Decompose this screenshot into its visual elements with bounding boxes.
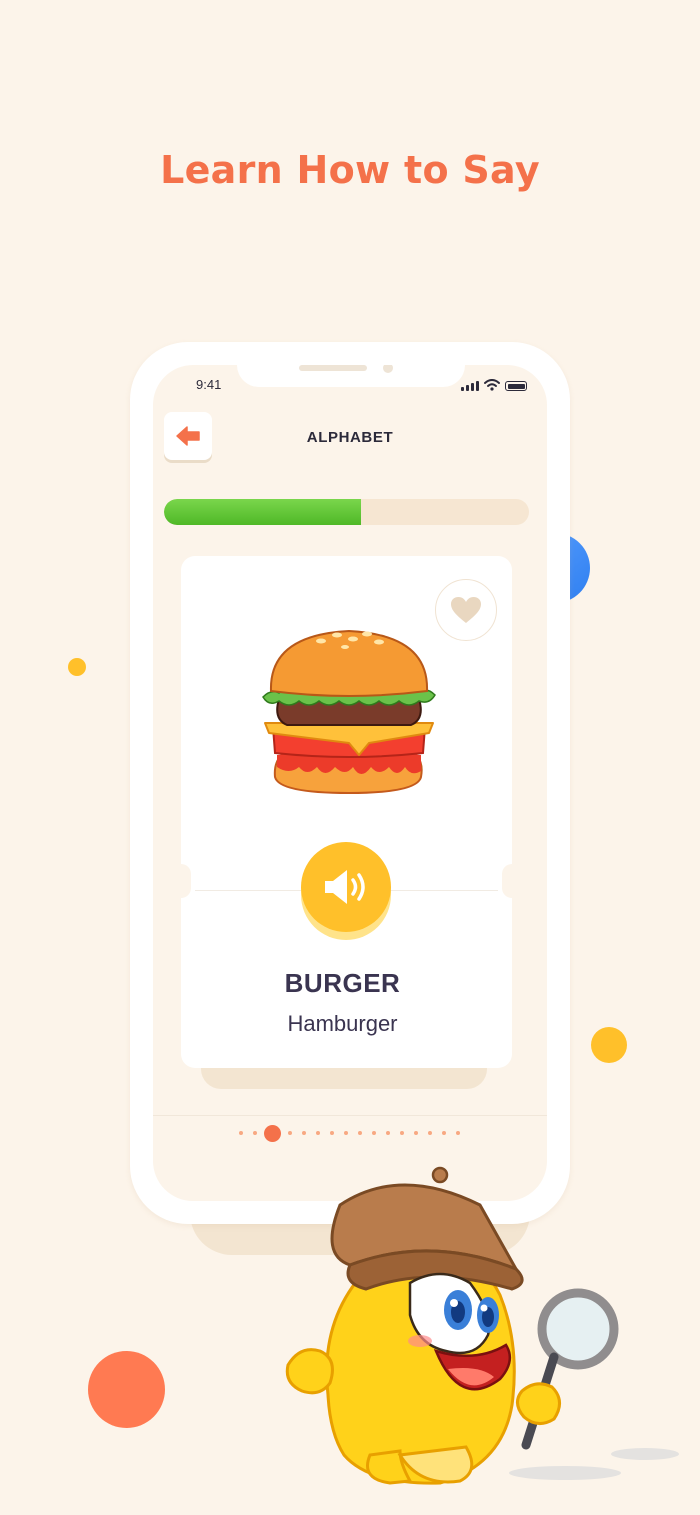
progress-bar xyxy=(164,499,529,525)
decor-dot-orange xyxy=(88,1351,165,1428)
page-dot[interactable] xyxy=(344,1131,348,1135)
detective-mascot-illustration xyxy=(285,1166,679,1485)
play-sound-button[interactable] xyxy=(301,842,391,932)
headline: Learn How to Say xyxy=(160,148,540,192)
page-dot[interactable] xyxy=(288,1131,292,1135)
notch-speaker xyxy=(299,365,367,371)
screen-title: ALPHABET xyxy=(306,429,394,446)
status-icons xyxy=(461,379,527,391)
favorite-button[interactable] xyxy=(435,579,497,641)
page-dot[interactable] xyxy=(239,1131,243,1135)
status-time: 9:41 xyxy=(196,377,222,392)
page-dot[interactable] xyxy=(386,1131,390,1135)
page-dot[interactable] xyxy=(358,1131,362,1135)
flashcard-word: BURGER xyxy=(284,968,401,998)
page-dot[interactable] xyxy=(253,1131,257,1135)
bottom-divider xyxy=(153,1115,547,1116)
page-dot[interactable] xyxy=(316,1131,320,1135)
burger-illustration xyxy=(262,629,436,795)
page-indicator[interactable] xyxy=(239,1124,460,1142)
page-dot[interactable] xyxy=(428,1131,432,1135)
wifi-icon xyxy=(484,379,500,391)
decor-dot-yellow-small xyxy=(68,658,86,676)
page-dot[interactable] xyxy=(414,1131,418,1135)
page-dot[interactable] xyxy=(330,1131,334,1135)
page-dot[interactable] xyxy=(302,1131,306,1135)
page-dot-active[interactable] xyxy=(264,1124,281,1142)
signal-icon xyxy=(461,381,479,391)
page-dot[interactable] xyxy=(456,1131,460,1135)
card-notch-left xyxy=(171,864,191,898)
page-dot[interactable] xyxy=(400,1131,404,1135)
page-dot[interactable] xyxy=(372,1131,376,1135)
progress-bar-fill xyxy=(164,499,362,525)
flashcard-translation: Hamburger xyxy=(287,1011,398,1036)
card-notch-right xyxy=(502,864,522,898)
heart-icon xyxy=(451,597,481,623)
phone-notch xyxy=(237,365,465,387)
battery-icon xyxy=(505,381,527,391)
decor-dot-yellow xyxy=(591,1027,627,1063)
phone-screen: 9:41 ALPHABET BURGER Hamburger xyxy=(153,365,547,1201)
speaker-icon xyxy=(325,870,365,904)
notch-camera xyxy=(383,365,393,373)
page-dot[interactable] xyxy=(442,1131,446,1135)
